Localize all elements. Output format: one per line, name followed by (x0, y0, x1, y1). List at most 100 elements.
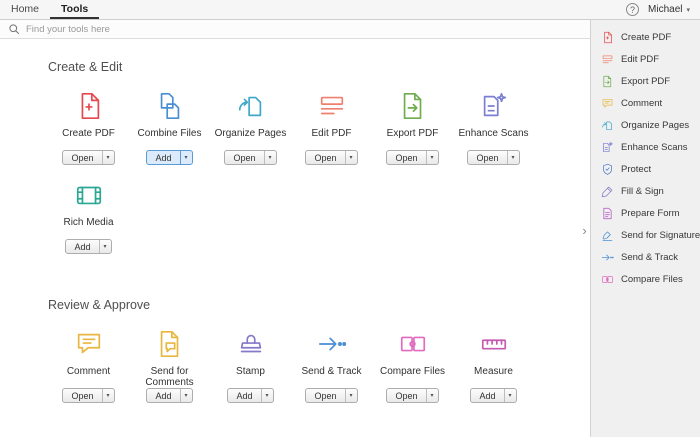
comment-icon (601, 97, 614, 110)
dropdown-caret-icon[interactable]: ▾ (345, 151, 357, 164)
open-button-send-track[interactable]: Open▾ (305, 388, 357, 403)
sidebar-item-fill-sign[interactable]: Fill & Sign (591, 180, 700, 202)
button-label: Open (63, 389, 101, 402)
tab-home[interactable]: Home (0, 0, 50, 19)
tool-label: Compare Files (378, 366, 447, 388)
user-name: Michael (648, 4, 682, 15)
section-review-approve: Review & ApproveCommentOpen▾Send for Com… (48, 299, 590, 415)
open-button-compare-files[interactable]: Open▾ (386, 388, 438, 403)
add-button-send-for-comments[interactable]: Add▾ (146, 388, 192, 403)
edit-pdf-icon (601, 53, 614, 66)
dropdown-caret-icon[interactable]: ▾ (180, 389, 192, 402)
edit-pdf-icon (317, 88, 347, 124)
button-label: Open (387, 151, 425, 164)
dropdown-caret-icon[interactable]: ▾ (102, 389, 114, 402)
tool-label: Comment (65, 366, 112, 388)
button-label: Add (228, 389, 260, 402)
export-pdf-icon (398, 88, 428, 124)
tab-tools[interactable]: Tools (50, 0, 99, 19)
add-button-stamp[interactable]: Add▾ (227, 388, 273, 403)
button-label: Open (63, 151, 101, 164)
tools-main: Create & EditCreate PDFOpen▾Combine File… (0, 39, 590, 437)
dropdown-caret-icon[interactable]: ▾ (264, 151, 276, 164)
dropdown-caret-icon[interactable]: ▾ (504, 389, 516, 402)
button-label: Open (306, 151, 344, 164)
send-track-icon (601, 251, 614, 264)
protect-icon (601, 163, 614, 176)
open-button-create-pdf[interactable]: Open▾ (62, 150, 114, 165)
open-button-organize-pages[interactable]: Open▾ (224, 150, 276, 165)
compare-files-icon (601, 273, 614, 286)
tool-label: Stamp (234, 366, 267, 388)
organize-pages-icon (601, 119, 614, 132)
main-tabs: Home Tools (0, 0, 99, 19)
help-icon[interactable]: ? (626, 3, 639, 16)
tool-label: Send & Track (299, 366, 363, 388)
button-label: Add (147, 151, 179, 164)
button-label: Add (471, 389, 503, 402)
sidebar-item-label: Create PDF (621, 32, 671, 43)
sidebar-item-export-pdf[interactable]: Export PDF (591, 70, 700, 92)
user-menu[interactable]: Michael ▾ (648, 4, 690, 15)
sidebar-item-label: Send for Signature (621, 230, 700, 241)
search-input[interactable] (26, 24, 582, 35)
dropdown-caret-icon[interactable]: ▾ (426, 389, 438, 402)
section-title: Create & Edit (48, 61, 590, 74)
tool-label: Combine Files (136, 128, 204, 150)
tool-label: Send for Comments (129, 366, 210, 388)
add-button-measure[interactable]: Add▾ (470, 388, 516, 403)
tool-label: Organize Pages (213, 128, 289, 150)
sidebar-item-label: Export PDF (621, 76, 670, 87)
sidebar-item-send-track[interactable]: Send & Track (591, 246, 700, 268)
tool-label: Edit PDF (309, 128, 353, 150)
sidebar-item-label: Enhance Scans (621, 142, 688, 153)
section-create-edit: Create & EditCreate PDFOpen▾Combine File… (48, 61, 590, 266)
sidebar-collapse-button[interactable]: › (579, 218, 590, 242)
tool-card-edit-pdf: Edit PDFOpen▾ (291, 88, 372, 165)
sidebar-item-edit-pdf[interactable]: Edit PDF (591, 48, 700, 70)
tool-card-export-pdf: Export PDFOpen▾ (372, 88, 453, 165)
dropdown-caret-icon[interactable]: ▾ (345, 389, 357, 402)
sidebar-item-label: Protect (621, 164, 651, 175)
sidebar-item-label: Send & Track (621, 252, 678, 263)
button-label: Open (225, 151, 263, 164)
top-tab-bar: Home Tools ? Michael ▾ (0, 0, 700, 20)
add-button-combine-files[interactable]: Add▾ (146, 150, 192, 165)
sidebar-item-protect[interactable]: Protect (591, 158, 700, 180)
send-signature-icon (601, 229, 614, 242)
compare-files-icon (398, 326, 428, 362)
tool-card-organize-pages: Organize PagesOpen▾ (210, 88, 291, 165)
button-label: Open (468, 151, 506, 164)
search-bar (0, 20, 590, 39)
tool-card-measure: MeasureAdd▾ (453, 326, 534, 403)
combine-files-icon (155, 88, 185, 124)
open-button-comment[interactable]: Open▾ (62, 388, 114, 403)
sidebar-item-organize-pages[interactable]: Organize Pages (591, 114, 700, 136)
open-button-edit-pdf[interactable]: Open▾ (305, 150, 357, 165)
sidebar-item-create-pdf[interactable]: Create PDF (591, 26, 700, 48)
dropdown-caret-icon[interactable]: ▾ (102, 151, 114, 164)
sidebar-item-label: Compare Files (621, 274, 683, 285)
dropdown-caret-icon[interactable]: ▾ (507, 151, 519, 164)
dropdown-caret-icon[interactable]: ▾ (261, 389, 273, 402)
open-button-enhance-scans[interactable]: Open▾ (467, 150, 519, 165)
sidebar-item-comment[interactable]: Comment (591, 92, 700, 114)
tool-card-enhance-scans: Enhance ScansOpen▾ (453, 88, 534, 165)
sidebar-item-send-for-signature[interactable]: Send for Signature (591, 224, 700, 246)
tool-card-compare-files: Compare FilesOpen▾ (372, 326, 453, 403)
tool-card-send-for-comments: Send for CommentsAdd▾ (129, 326, 210, 403)
chevron-down-icon: ▾ (686, 6, 690, 14)
dropdown-caret-icon[interactable]: ▾ (180, 151, 192, 164)
window-body: Create & EditCreate PDFOpen▾Combine File… (0, 20, 700, 437)
open-button-export-pdf[interactable]: Open▾ (386, 150, 438, 165)
sidebar-item-enhance-scans[interactable]: Enhance Scans (591, 136, 700, 158)
dropdown-caret-icon[interactable]: ▾ (426, 151, 438, 164)
button-label: Add (66, 240, 98, 253)
sidebar-item-prepare-form[interactable]: Prepare Form (591, 202, 700, 224)
tool-label: Rich Media (61, 217, 115, 239)
sidebar-item-compare-files[interactable]: Compare Files (591, 268, 700, 290)
tool-card-comment: CommentOpen▾ (48, 326, 129, 403)
add-button-rich-media[interactable]: Add▾ (65, 239, 111, 254)
dropdown-caret-icon[interactable]: ▾ (99, 240, 111, 253)
rich-media-icon (74, 177, 104, 213)
